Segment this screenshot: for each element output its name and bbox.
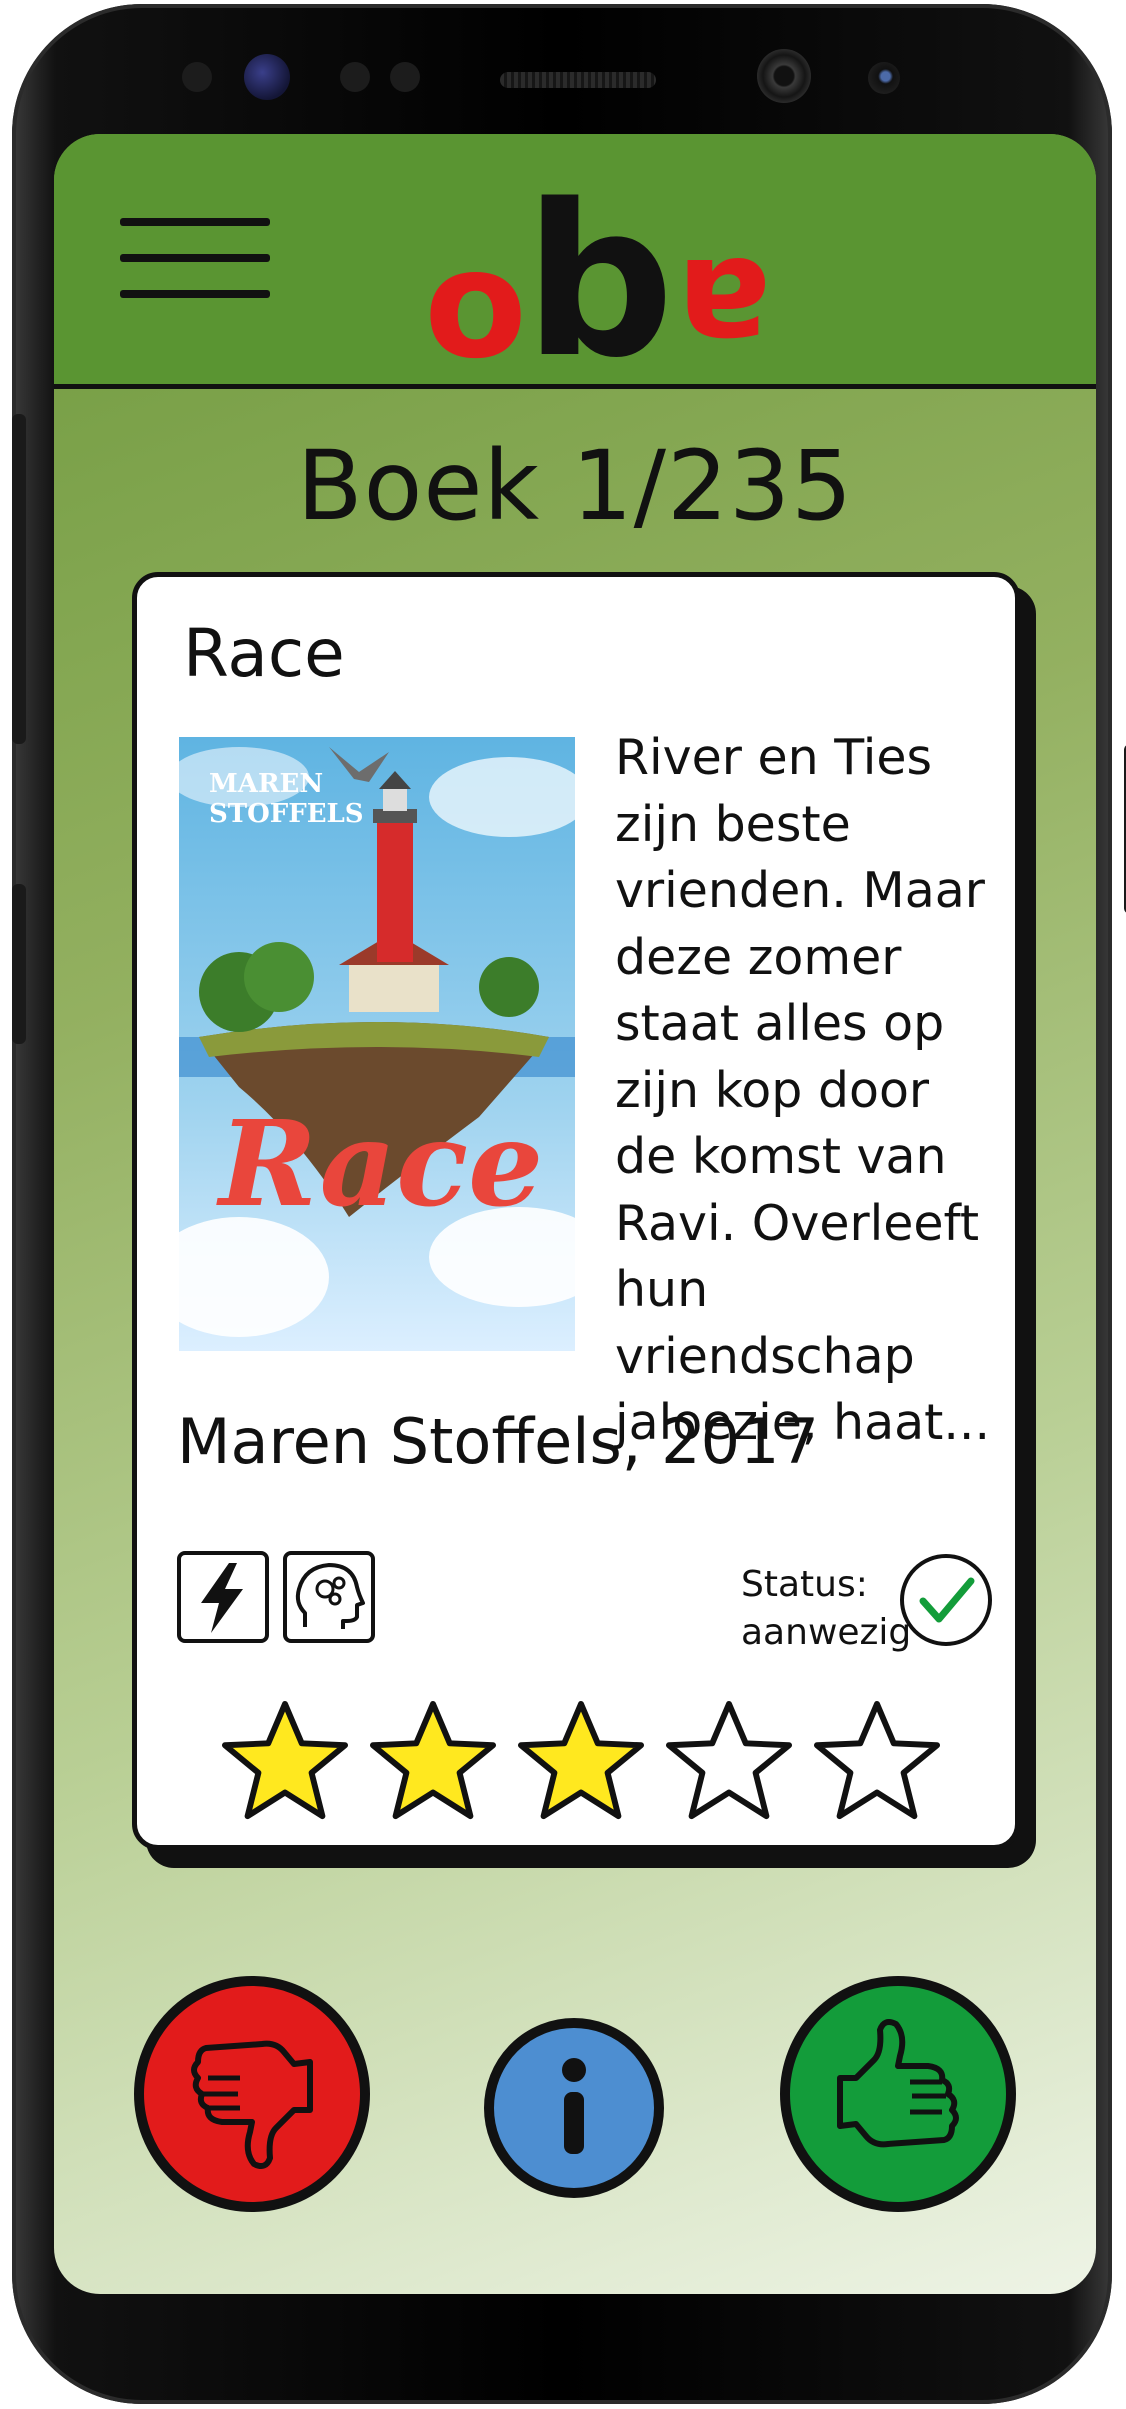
app-header: o b a: [54, 134, 1096, 389]
volume-button: [12, 414, 26, 744]
star-rating[interactable]: [221, 1697, 941, 1837]
cover-art: MAREN STOFFELS Race: [179, 737, 575, 1351]
earpiece-speaker: [500, 72, 656, 88]
thinking-head-icon[interactable]: [283, 1551, 375, 1643]
book-description: River en Ties zijn beste vrienden. Maar …: [615, 729, 991, 1451]
book-card[interactable]: Race MAREN STOFFELS Race River en Ties z…: [132, 572, 1020, 1850]
book-title: Race: [183, 615, 345, 692]
oba-logo: o b a: [424, 164, 771, 374]
front-camera: [757, 49, 811, 103]
sensor-lens: [244, 54, 290, 100]
sensor-dot: [390, 62, 420, 92]
status-caption: Status:: [741, 1564, 868, 1605]
info-icon: [562, 2058, 586, 2154]
cover-title: Race: [216, 1094, 543, 1233]
logo-letter-a: a: [677, 226, 771, 374]
lightning-icon[interactable]: [177, 1551, 269, 1643]
logo-letter-o: o: [424, 218, 527, 374]
book-cover[interactable]: MAREN STOFFELS Race: [179, 737, 575, 1351]
info-button[interactable]: [484, 2018, 664, 2198]
sensor-dot: [340, 62, 370, 92]
side-button: [12, 884, 26, 1044]
logo-letter-b: b: [524, 164, 674, 374]
check-circle-icon: [900, 1554, 992, 1646]
thumbs-up-icon: [837, 2019, 959, 2148]
dislike-button[interactable]: [134, 1976, 370, 2212]
app-screen: o b a Boek 1/235 Race MAREN STOFFELS Rac…: [54, 134, 1096, 2294]
phone-frame: o b a Boek 1/235 Race MAREN STOFFELS Rac…: [12, 4, 1126, 2404]
star-icon-1[interactable]: [221, 1697, 349, 1827]
thumbs-down-icon: [191, 2040, 313, 2169]
star-icon-3[interactable]: [517, 1697, 645, 1827]
star-icon-5[interactable]: [813, 1697, 941, 1827]
status-label: Status: aanwezig: [741, 1561, 911, 1657]
like-button[interactable]: [780, 1976, 1016, 2212]
page-title: Boek 1/235: [296, 430, 854, 542]
star-icon-4[interactable]: [665, 1697, 793, 1827]
iris-scanner: [868, 62, 900, 94]
hamburger-menu-icon[interactable]: [120, 210, 270, 310]
star-icon-2[interactable]: [369, 1697, 497, 1827]
book-author-year: Maren Stoffels, 2017: [177, 1405, 819, 1478]
sensor-dot: [182, 62, 212, 92]
status-value: aanwezig: [741, 1612, 912, 1653]
